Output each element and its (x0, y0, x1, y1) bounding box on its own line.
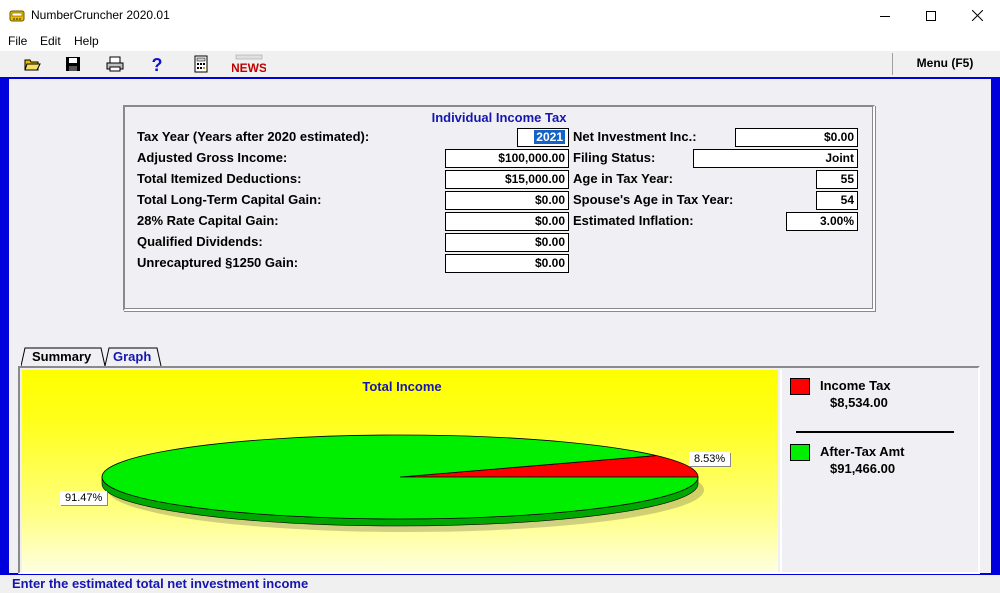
svg-text:?: ? (152, 55, 163, 73)
inflation-label: Estimated Inflation: (573, 213, 694, 228)
inflation-field[interactable]: 3.00% (786, 212, 858, 231)
itemized-deductions-label: Total Itemized Deductions: (137, 171, 302, 186)
close-button[interactable] (954, 0, 1000, 31)
unrecaptured-1250-label: Unrecaptured §1250 Gain: (137, 255, 299, 270)
print-icon (106, 56, 124, 72)
news-label: NEWS (232, 61, 266, 74)
maximize-button[interactable] (908, 0, 954, 31)
unrecaptured-1250-field[interactable]: $0.00 (445, 254, 569, 273)
spouse-age-field[interactable]: 54 (816, 191, 858, 210)
open-button[interactable] (21, 54, 43, 74)
menu-file[interactable]: File (8, 34, 27, 48)
toolbar-separator (892, 53, 893, 75)
agi-field[interactable]: $100,000.00 (445, 149, 569, 168)
save-icon (66, 57, 80, 71)
net-investment-label: Net Investment Inc.: (573, 129, 697, 144)
help-button[interactable]: ? (146, 54, 168, 74)
legend-name-after-tax: After-Tax Amt (820, 444, 905, 459)
main-content: Individual Income Tax Tax Year (Years af… (9, 79, 991, 574)
graph-panel: Total Income 8.53% 91.47% Income Tax $8,… (18, 366, 980, 574)
rate28-gain-label: 28% Rate Capital Gain: (137, 213, 279, 228)
age-field[interactable]: 55 (816, 170, 858, 189)
filing-status-label: Filing Status: (573, 150, 656, 165)
legend-name-tax: Income Tax (820, 378, 891, 393)
tab-graph[interactable]: Graph (105, 347, 157, 367)
calculator-icon (194, 55, 208, 73)
pie-chart (101, 434, 704, 532)
save-button[interactable] (62, 54, 84, 74)
status-text: Enter the estimated total net investment… (12, 576, 309, 591)
age-label: Age in Tax Year: (573, 171, 673, 186)
app-window: NumberCruncher 2020.01 File Edit Help ? … (0, 0, 1000, 593)
status-bar: Enter the estimated total net investment… (0, 575, 1000, 593)
menu-f5-button[interactable]: Menu (F5) (897, 56, 993, 70)
toolbar: ? NEWS Menu (F5) (0, 51, 1000, 77)
legend: Income Tax $8,534.00 After-Tax Amt $91,4… (780, 370, 976, 572)
legend-divider (796, 431, 954, 433)
minimize-button[interactable] (862, 0, 908, 31)
agi-label: Adjusted Gross Income: (137, 150, 288, 165)
app-icon (9, 10, 25, 22)
legend-value-tax: $8,534.00 (830, 395, 888, 410)
lt-capital-gain-label: Total Long-Term Capital Gain: (137, 192, 322, 207)
legend-value-after-tax: $91,466.00 (830, 461, 896, 476)
itemized-deductions-field[interactable]: $15,000.00 (445, 170, 569, 189)
after-tax-percent-label: 91.47% (60, 491, 108, 505)
close-icon (971, 10, 983, 21)
filing-status-field[interactable]: Joint (693, 149, 858, 168)
title-bar: NumberCruncher 2020.01 (0, 0, 1000, 31)
calculator-button[interactable] (190, 54, 212, 74)
print-button[interactable] (104, 54, 126, 74)
rate28-gain-field[interactable]: $0.00 (445, 212, 569, 231)
legend-swatch-after-tax (790, 444, 810, 461)
news-icon: NEWS (232, 54, 266, 74)
menu-help[interactable]: Help (74, 34, 99, 48)
tax-percent-label: 8.53% (689, 452, 731, 466)
net-investment-field[interactable]: $0.00 (735, 128, 858, 147)
chart-area: Total Income 8.53% 91.47% (22, 370, 778, 572)
spouse-age-label: Spouse's Age in Tax Year: (573, 192, 734, 207)
window-title: NumberCruncher 2020.01 (31, 8, 170, 22)
open-icon (24, 59, 41, 71)
income-tax-panel: Individual Income Tax Tax Year (Years af… (123, 105, 875, 311)
help-icon: ? (152, 55, 163, 73)
tax-year-label: Tax Year (Years after 2020 estimated): (137, 129, 370, 144)
tax-year-field[interactable]: 2021 (517, 128, 569, 147)
menu-edit[interactable]: Edit (40, 34, 61, 48)
maximize-icon (926, 10, 936, 21)
tax-year-value: 2021 (534, 130, 565, 144)
lt-capital-gain-field[interactable]: $0.00 (445, 191, 569, 210)
legend-swatch-tax (790, 378, 810, 395)
minimize-icon (880, 15, 890, 17)
qualified-dividends-label: Qualified Dividends: (137, 234, 263, 249)
pie-slice-after-tax-amt (101, 434, 699, 520)
panel-title: Individual Income Tax (431, 110, 567, 125)
tab-summary[interactable]: Summary (24, 347, 97, 367)
qualified-dividends-field[interactable]: $0.00 (445, 233, 569, 252)
menu-bar: File Edit Help (0, 31, 1000, 51)
news-button[interactable]: NEWS (232, 54, 266, 74)
